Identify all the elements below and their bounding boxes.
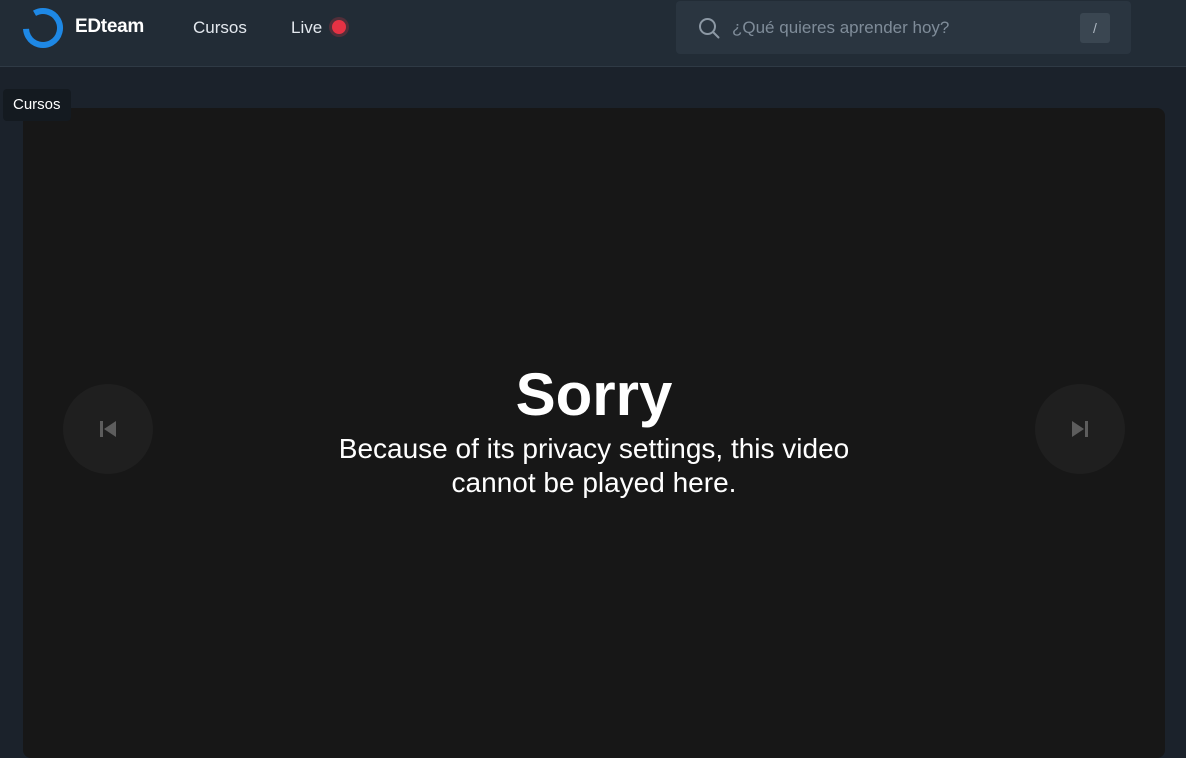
live-indicator-icon — [332, 20, 346, 34]
search-input[interactable] — [732, 15, 1062, 41]
edteam-logo-icon[interactable] — [22, 7, 64, 49]
nav-link-live[interactable]: Live — [291, 18, 322, 38]
brand-name[interactable]: EDteam — [75, 16, 144, 38]
nav-link-cursos[interactable]: Cursos — [193, 18, 247, 38]
error-message: Because of its privacy settings, this vi… — [338, 433, 850, 498]
top-navigation-bar: EDteam Cursos Live / — [0, 0, 1186, 67]
video-player[interactable]: Sorry Because of its privacy settings, t… — [23, 108, 1165, 758]
error-title: Sorry — [515, 361, 673, 428]
search-bar[interactable]: / — [676, 1, 1131, 54]
skip-next-icon — [1072, 421, 1088, 437]
search-shortcut-key: / — [1080, 13, 1110, 43]
next-video-button[interactable] — [1035, 384, 1125, 474]
tooltip: Cursos — [3, 89, 71, 121]
search-icon — [699, 18, 720, 39]
